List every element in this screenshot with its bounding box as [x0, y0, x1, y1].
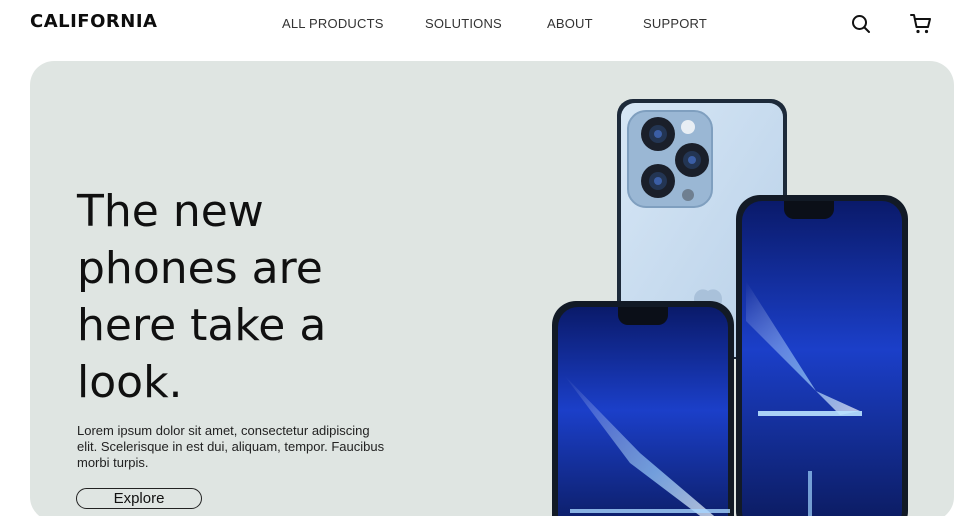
- hero-title: The new phones are here take a look.: [77, 186, 327, 408]
- front-right-phone: [736, 195, 908, 516]
- cart-icon: [910, 14, 931, 34]
- nav-link-all-products[interactable]: ALL PRODUCTS: [282, 16, 384, 31]
- search-button[interactable]: [849, 12, 873, 36]
- nav-link-support[interactable]: SUPPORT: [643, 16, 707, 31]
- phones-image: [552, 99, 908, 516]
- nav-links: ALL PRODUCTS SOLUTIONS ABOUT SUPPORT: [0, 16, 975, 34]
- cart-button[interactable]: [909, 12, 933, 36]
- hero-description: Lorem ipsum dolor sit amet, consectetur …: [77, 423, 385, 470]
- search-icon: [852, 15, 870, 33]
- nav-link-about[interactable]: ABOUT: [547, 16, 593, 31]
- front-left-phone: [552, 301, 734, 516]
- hero-banner: The new phones are here take a look. Lor…: [30, 61, 954, 516]
- top-navigation: CALIFORNIA ALL PRODUCTS SOLUTIONS ABOUT …: [0, 0, 975, 56]
- explore-button[interactable]: Explore: [76, 488, 202, 509]
- nav-link-solutions[interactable]: SOLUTIONS: [425, 16, 502, 31]
